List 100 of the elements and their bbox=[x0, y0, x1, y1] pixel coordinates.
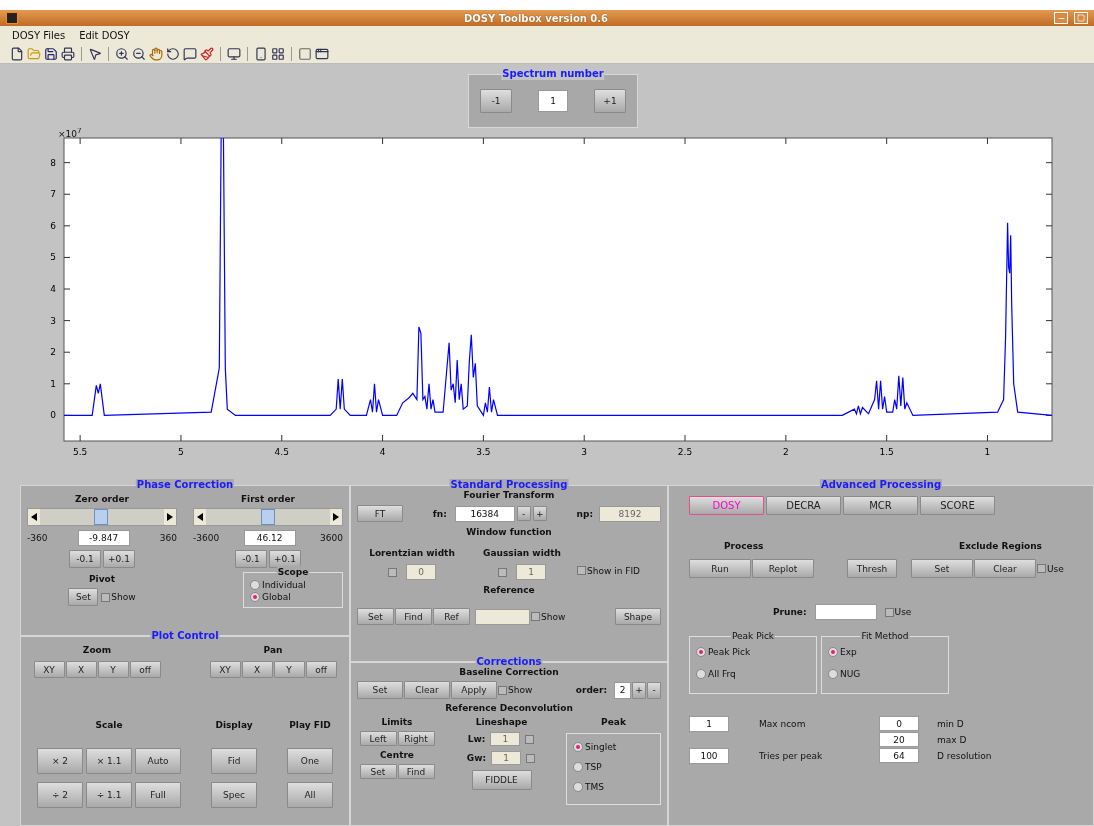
button[interactable]: X bbox=[241, 661, 273, 678]
print-icon[interactable] bbox=[61, 46, 75, 61]
window-icon[interactable] bbox=[315, 46, 329, 61]
param-field[interactable]: 100 bbox=[689, 748, 729, 764]
button[interactable]: × 2 bbox=[37, 748, 83, 774]
radio-option[interactable]: Individual bbox=[250, 580, 336, 590]
button[interactable]: ÷ 1.1 bbox=[86, 782, 132, 808]
button[interactable]: Fid bbox=[211, 748, 257, 774]
button[interactable]: Find bbox=[395, 608, 432, 625]
zoom-out-icon[interactable] bbox=[132, 46, 146, 61]
button[interactable]: - bbox=[516, 506, 531, 521]
order-field[interactable]: 2 bbox=[614, 681, 631, 699]
monitor-icon[interactable] bbox=[227, 46, 241, 61]
button[interactable]: One bbox=[287, 748, 333, 774]
param-field[interactable]: 64 bbox=[879, 748, 919, 763]
button[interactable]: Set bbox=[357, 681, 403, 699]
button[interactable]: Clear bbox=[974, 559, 1036, 578]
button[interactable]: Spec bbox=[211, 782, 257, 808]
button[interactable]: -0.1 bbox=[235, 550, 267, 568]
button[interactable]: FIDDLE bbox=[471, 770, 532, 790]
button[interactable]: Set bbox=[357, 608, 394, 625]
rotate-icon[interactable] bbox=[166, 46, 180, 61]
section-label: Centre bbox=[380, 750, 414, 760]
button[interactable]: Full bbox=[135, 782, 181, 808]
fn-field[interactable]: 16384 bbox=[454, 505, 515, 522]
button[interactable]: Auto bbox=[135, 748, 181, 774]
reference-field[interactable] bbox=[475, 608, 530, 625]
checkbox[interactable]: Use bbox=[1037, 563, 1064, 574]
checkbox[interactable]: Show bbox=[101, 592, 136, 602]
data-cursor-icon[interactable] bbox=[183, 46, 197, 61]
checkbox[interactable]: Show in FID bbox=[577, 565, 640, 576]
param-field[interactable]: 20 bbox=[879, 732, 919, 747]
prune-field[interactable] bbox=[814, 604, 877, 620]
radio-option[interactable]: NUG bbox=[828, 669, 942, 679]
button[interactable]: FT bbox=[357, 505, 403, 522]
checkbox[interactable]: Use bbox=[884, 607, 912, 617]
param-field[interactable]: 1 bbox=[689, 716, 729, 732]
button[interactable]: Shape bbox=[615, 608, 661, 625]
button[interactable]: Replot bbox=[752, 559, 814, 578]
menu-item[interactable]: DOSY Files bbox=[12, 29, 66, 41]
radio-option[interactable]: Peak Pick bbox=[696, 647, 810, 657]
hand-icon[interactable] bbox=[149, 46, 163, 61]
button[interactable]: X bbox=[65, 661, 97, 678]
button[interactable]: -1 bbox=[480, 89, 512, 113]
button[interactable]: Find bbox=[397, 764, 435, 779]
button[interactable]: Thresh bbox=[847, 559, 897, 578]
legend-icon[interactable] bbox=[271, 46, 285, 61]
button[interactable]: Left bbox=[359, 731, 397, 746]
button[interactable]: - bbox=[647, 681, 661, 699]
checkbox[interactable]: Show bbox=[531, 611, 566, 622]
tick-label: 2 bbox=[50, 347, 56, 358]
slider[interactable] bbox=[193, 508, 343, 526]
pointer-icon[interactable] bbox=[88, 46, 102, 61]
value-field[interactable]: -9.847 bbox=[77, 530, 130, 546]
button[interactable]: × 1.1 bbox=[86, 748, 132, 774]
button[interactable]: ÷ 2 bbox=[37, 782, 83, 808]
button[interactable]: + bbox=[532, 506, 547, 521]
button[interactable]: Right bbox=[397, 731, 435, 746]
button[interactable]: Y bbox=[97, 661, 129, 678]
button[interactable]: +1 bbox=[594, 89, 626, 113]
button[interactable]: Set bbox=[68, 588, 99, 606]
button[interactable]: XY bbox=[209, 661, 241, 678]
radio-option[interactable]: Global bbox=[250, 592, 336, 602]
radio-option[interactable]: Exp bbox=[828, 647, 942, 657]
tick-label: 0 bbox=[50, 410, 56, 421]
radio-option[interactable]: Singlet bbox=[573, 742, 654, 752]
new-file-icon[interactable] bbox=[10, 46, 24, 61]
radio-option[interactable]: TMS bbox=[573, 782, 654, 792]
checkbox[interactable]: Show bbox=[498, 685, 533, 695]
button[interactable]: All bbox=[287, 782, 333, 808]
tab[interactable]: DECRA bbox=[766, 496, 841, 515]
button[interactable]: + bbox=[632, 681, 646, 699]
slider-min: -360 bbox=[27, 533, 48, 543]
button[interactable]: off bbox=[129, 661, 161, 678]
radio-option[interactable]: All Frq bbox=[696, 669, 810, 679]
zoom-in-icon[interactable] bbox=[115, 46, 129, 61]
save-icon[interactable] bbox=[44, 46, 58, 61]
button[interactable]: Run bbox=[689, 559, 751, 578]
brush-icon[interactable] bbox=[200, 46, 214, 61]
button[interactable]: Set bbox=[911, 559, 973, 578]
spectrum-field[interactable]: 1 bbox=[538, 90, 568, 112]
button[interactable]: -0.1 bbox=[69, 550, 101, 568]
radio-option[interactable]: TSP bbox=[573, 762, 654, 772]
button[interactable]: Y bbox=[273, 661, 305, 678]
button[interactable]: off bbox=[305, 661, 337, 678]
button[interactable]: +0.1 bbox=[269, 550, 301, 568]
button[interactable]: +0.1 bbox=[103, 550, 135, 568]
tab[interactable]: MCR bbox=[843, 496, 918, 515]
button[interactable]: Set bbox=[359, 764, 397, 779]
menu-item[interactable]: Edit DOSY bbox=[79, 29, 130, 41]
colorbar-icon[interactable] bbox=[254, 46, 268, 61]
param-field[interactable]: 0 bbox=[879, 716, 919, 731]
button[interactable]: Clear bbox=[404, 681, 450, 699]
button[interactable]: Apply bbox=[451, 681, 497, 699]
slider[interactable] bbox=[27, 508, 177, 526]
value-field[interactable]: 46.12 bbox=[243, 530, 296, 546]
panel-title: Spectrum number bbox=[501, 68, 605, 80]
button[interactable]: XY bbox=[33, 661, 65, 678]
tab[interactable]: SCORE bbox=[920, 496, 995, 515]
button[interactable]: Ref bbox=[433, 608, 470, 625]
